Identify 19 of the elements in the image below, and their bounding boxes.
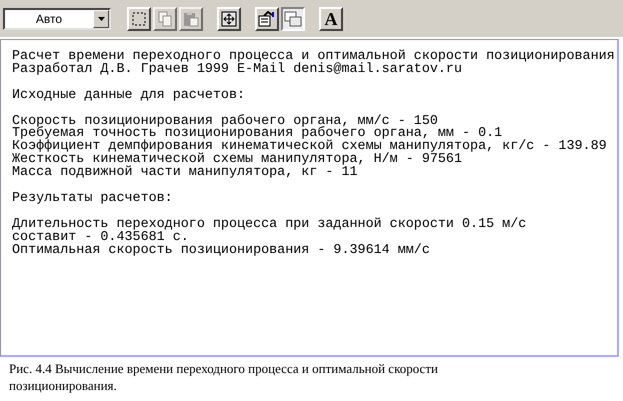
dropdown-arrow-icon bbox=[98, 16, 104, 20]
copy-icon bbox=[157, 10, 173, 26]
toolbar-button[interactable] bbox=[281, 6, 305, 30]
output-line: Скорость позиционирования рабочего органа, мм/с - 150 bbox=[12, 116, 438, 128]
expand-icon bbox=[221, 10, 237, 26]
clipboard-icon bbox=[183, 10, 199, 26]
output-line: Длительность переходного процесса при заданной скорости 0.15 м/с bbox=[12, 218, 526, 232]
output-line: составит - 0.435681 с. bbox=[12, 232, 189, 245]
output-line: Масса подвижной части манипулятора, кг - 11 bbox=[12, 167, 358, 180]
section-heading: Исходные данные для расчетов: bbox=[12, 90, 246, 103]
selection-icon bbox=[131, 10, 147, 26]
output-line: Оптимальная скорость позиционирования - 9.39614 мм/с bbox=[12, 244, 430, 258]
toolbar-button[interactable]: A bbox=[319, 6, 343, 30]
section-heading: Результаты расчетов: bbox=[12, 192, 173, 206]
windows-icon bbox=[284, 10, 302, 26]
properties-icon bbox=[258, 10, 276, 26]
figure-caption: Рис. 4.4 Вычисление времени переходного процесса и оптимальной скорости позиционирования. bbox=[9, 360, 439, 394]
output-line: Разработал Д.В. Грачев 1999 E-Mail denis@mail.saratov.ru bbox=[12, 64, 462, 77]
mode-dropdown[interactable]: Авто bbox=[3, 8, 111, 30]
